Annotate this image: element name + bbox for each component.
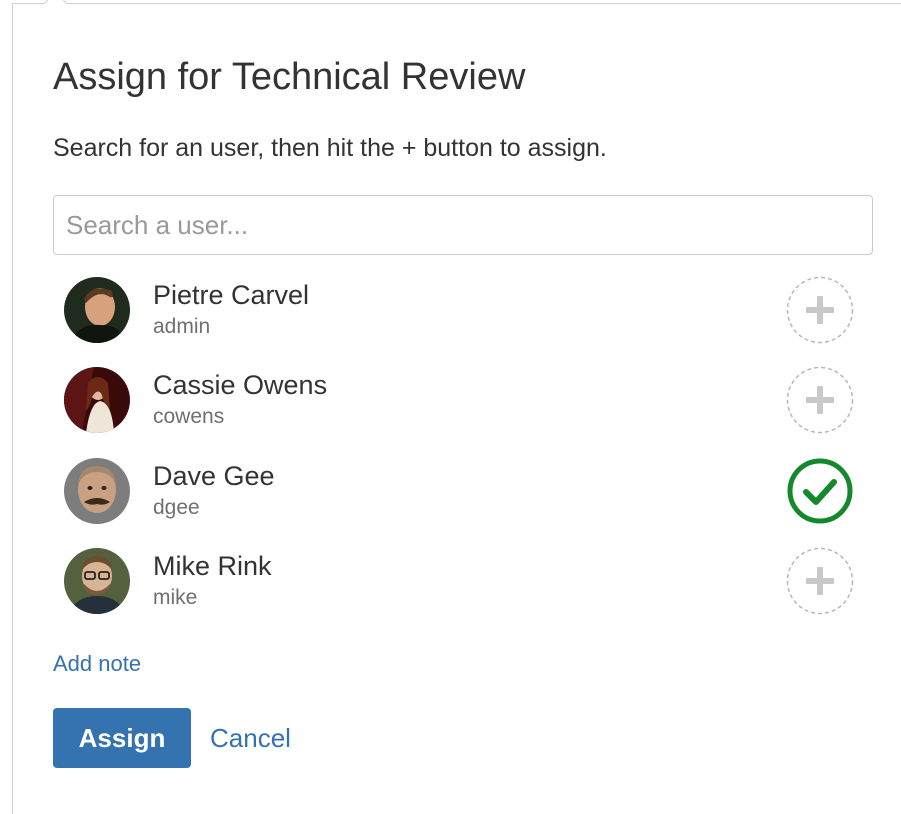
user-username: dgee <box>153 496 200 519</box>
plus-icon <box>786 276 854 344</box>
cancel-link[interactable]: Cancel <box>210 723 291 754</box>
user-list-item: Mike Rink mike <box>53 547 873 628</box>
assigned-toggle-button[interactable] <box>786 457 854 525</box>
user-display-name: Mike Rink <box>153 551 272 581</box>
user-search-input[interactable] <box>53 195 873 255</box>
assign-button[interactable]: Assign <box>53 708 191 768</box>
dialog-pointer <box>43 0 68 16</box>
user-list-item: Dave Gee dgee <box>53 458 873 538</box>
user-username: cowens <box>153 405 225 428</box>
user-list-item: Pietre Carvel admin <box>53 276 873 357</box>
add-note-link[interactable]: Add note <box>53 651 141 677</box>
plus-icon <box>786 547 854 615</box>
add-user-button[interactable] <box>786 366 854 434</box>
avatar <box>64 367 130 433</box>
user-display-name: Cassie Owens <box>153 370 328 400</box>
dialog-title: Assign for Technical Review <box>53 56 526 98</box>
assign-dialog: Assign for Technical Review Search for a… <box>12 0 901 814</box>
user-display-name: Dave Gee <box>153 461 275 491</box>
user-list-item: Cassie Owens cowens <box>53 366 873 447</box>
check-circle-icon <box>787 458 853 524</box>
user-username: admin <box>153 315 211 338</box>
add-user-button[interactable] <box>786 276 854 344</box>
dialog-instructions: Search for an user, then hit the + butto… <box>53 134 607 162</box>
user-display-name: Pietre Carvel <box>153 280 310 310</box>
plus-icon <box>786 366 854 434</box>
avatar <box>64 548 130 614</box>
user-username: mike <box>153 586 198 609</box>
add-user-button[interactable] <box>786 547 854 615</box>
avatar <box>64 277 130 343</box>
avatar <box>64 458 130 524</box>
